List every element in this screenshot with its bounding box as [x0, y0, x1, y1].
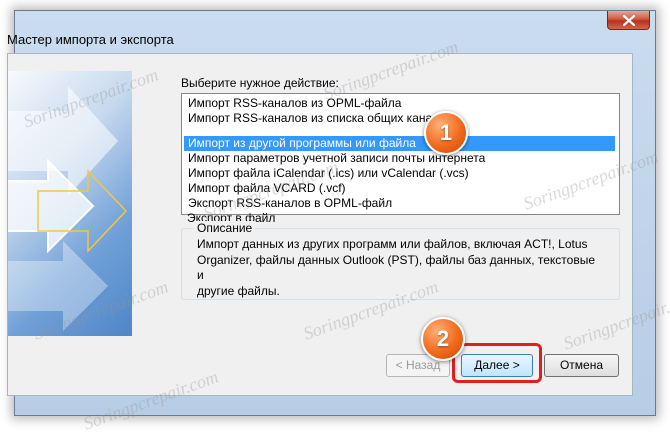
cancel-button[interactable]: Отмена: [544, 354, 619, 377]
wizard-art: [8, 71, 132, 336]
description-line: другие файлы.: [197, 283, 280, 298]
description-line: Импорт данных из других программ или фай…: [197, 237, 588, 251]
arrows-graphic: [8, 86, 128, 331]
close-icon: [623, 15, 635, 26]
list-item[interactable]: Экспорт RSS-каналов в OPML-файл: [184, 196, 615, 210]
description-text: Импорт данных из других программ или фай…: [197, 237, 597, 299]
action-list[interactable]: Импорт RSS-каналов из OPML-файла Импорт …: [181, 93, 620, 215]
step-marker-1: 1: [424, 111, 468, 155]
list-item[interactable]: Импорт параметров учетной записи почты и…: [184, 151, 615, 166]
list-item[interactable]: Импорт файла VCARD (.vcf): [184, 181, 615, 196]
list-item[interactable]: Импорт RSS-каналов из OPML-файла: [184, 96, 615, 111]
dialog-title: Мастер импорта и экспорта: [7, 32, 174, 47]
list-item[interactable]: Импорт файла iCalendar (.ics) или vCalen…: [184, 166, 615, 181]
description-caption: Описание: [194, 221, 256, 235]
list-item[interactable]: Импорт RSS-каналов из списка общих канал…: [184, 111, 615, 126]
prompt-label: Выберите нужное действие:: [181, 76, 339, 90]
close-button[interactable]: [607, 11, 650, 30]
list-item-selected[interactable]: Импорт из другой программы или файла: [184, 136, 615, 151]
description-line: Organizer, файлы данных Outlook (PST), ф…: [197, 252, 596, 283]
step-marker-2: 2: [421, 317, 465, 361]
highlight-box: [452, 343, 542, 383]
